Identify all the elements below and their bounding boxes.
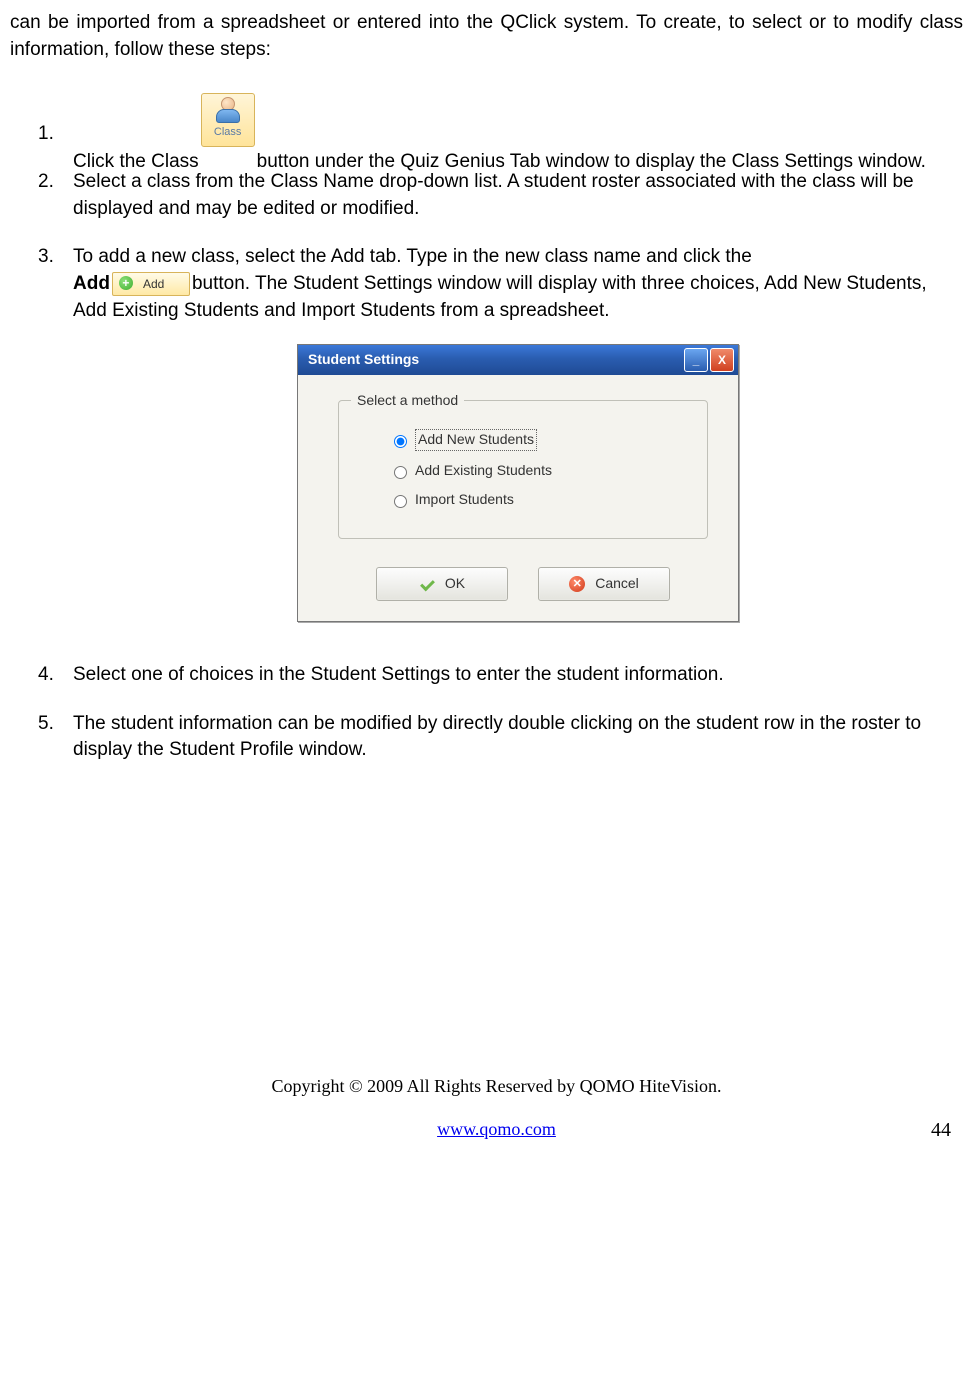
page-number: 44 [931, 1116, 951, 1144]
class-button-icon: Class [201, 93, 255, 147]
step-number: 5. [38, 711, 54, 738]
step-number: 4. [38, 662, 54, 689]
radio-add-existing-input[interactable] [394, 466, 407, 479]
footer: Copyright © 2009 All Rights Reserved by … [10, 1074, 973, 1142]
step-5-text: The student information can be modified … [73, 713, 921, 761]
website-link[interactable]: www.qomo.com [437, 1117, 556, 1142]
close-button[interactable]: X [710, 348, 734, 372]
cancel-button[interactable]: ✕ Cancel [538, 567, 670, 601]
dialog-titlebar: Student Settings _ X [298, 345, 738, 375]
step-2-text: Select a class from the Class Name drop-… [73, 171, 914, 219]
intro-paragraph: can be imported from a spreadsheet or en… [10, 10, 963, 63]
step-number: 1. [38, 121, 54, 148]
steps-list: 1. Click the Class Class button under th… [10, 93, 963, 764]
radio-add-existing[interactable]: Add Existing Students [389, 461, 687, 481]
add-button-label: Add [143, 276, 164, 293]
class-button-label: Class [202, 125, 254, 141]
radio-import-label: Import Students [415, 490, 514, 510]
method-groupbox: Select a method Add New Students Add Exi… [338, 400, 708, 539]
radio-import-input[interactable] [394, 495, 407, 508]
cancel-icon: ✕ [569, 576, 585, 592]
radio-add-new[interactable]: Add New Students [389, 429, 687, 451]
cancel-button-label: Cancel [595, 574, 639, 594]
step-1: 1. Click the Class Class button under th… [38, 93, 963, 147]
radio-add-existing-label: Add Existing Students [415, 461, 552, 481]
step-number: 2. [38, 169, 54, 196]
add-button-icon: + Add [112, 272, 190, 296]
person-icon [215, 97, 241, 123]
step-3-add-bold: Add [73, 273, 110, 294]
copyright-text: Copyright © 2009 All Rights Reserved by … [10, 1074, 973, 1099]
minimize-button[interactable]: _ [684, 348, 708, 372]
ok-button[interactable]: OK [376, 567, 508, 601]
step-number: 3. [38, 244, 54, 271]
groupbox-legend: Select a method [351, 391, 464, 411]
dialog-title: Student Settings [308, 350, 682, 370]
checkmark-icon [419, 578, 435, 590]
dialog-body: Select a method Add New Students Add Exi… [298, 375, 738, 621]
radio-add-new-label: Add New Students [415, 429, 537, 451]
step-2: 2. Select a class from the Class Name dr… [38, 169, 963, 222]
student-settings-dialog: Student Settings _ X Select a method Add… [297, 344, 739, 622]
step-5: 5. The student information can be modifi… [38, 711, 963, 764]
radio-add-new-input[interactable] [394, 435, 407, 448]
step-3-line1: To add a new class, select the Add tab. … [73, 246, 752, 267]
dialog-button-row: OK ✕ Cancel [338, 567, 708, 601]
step-4: 4. Select one of choices in the Student … [38, 662, 963, 689]
plus-icon: + [119, 276, 133, 290]
ok-button-label: OK [445, 574, 465, 594]
step-3: 3. To add a new class, select the Add ta… [38, 244, 963, 622]
step-3-post: button. The Student Settings window will… [73, 273, 927, 321]
radio-import[interactable]: Import Students [389, 490, 687, 510]
step-4-text: Select one of choices in the Student Set… [73, 664, 724, 685]
